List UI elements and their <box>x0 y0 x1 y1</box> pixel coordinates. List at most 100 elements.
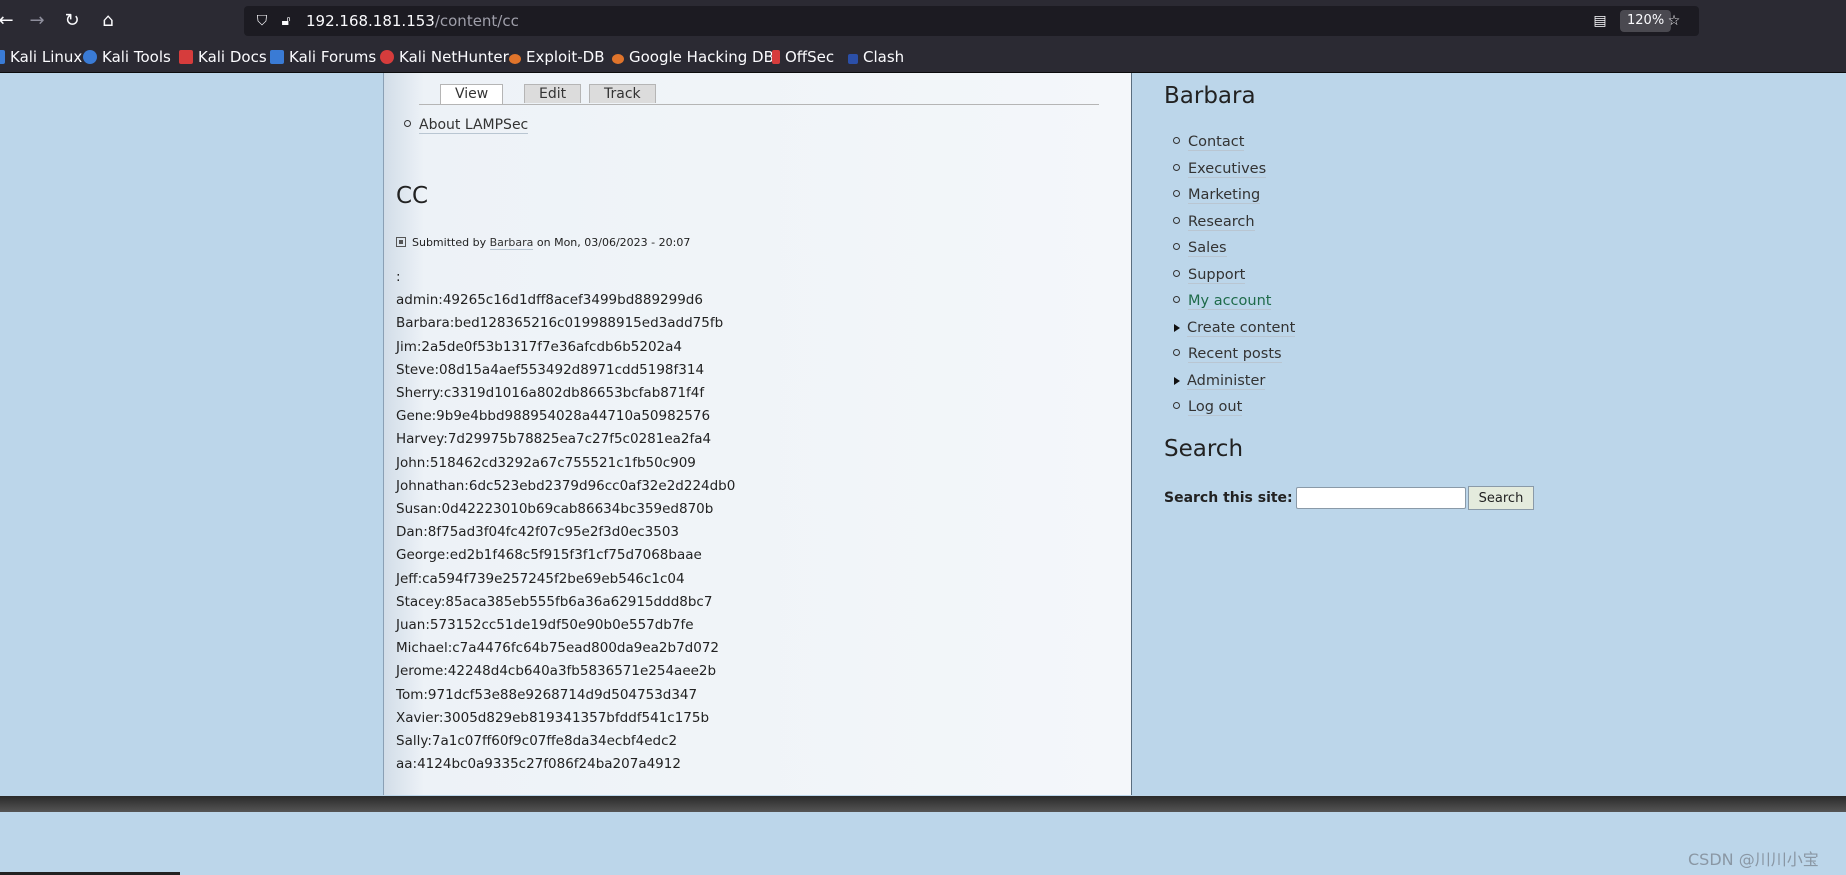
sidebar-link[interactable]: Support <box>1188 266 1246 284</box>
sidebar-link[interactable]: Marketing <box>1188 187 1261 204</box>
body-line: Michael:c7a4476fc64b75ead800da9ea2b7d072 <box>396 640 720 657</box>
bookmark-google-hacking-db[interactable]: Google Hacking DB <box>612 47 774 67</box>
bookmark-kali-docs[interactable]: Kali Docs <box>179 47 267 67</box>
body-line: Tom:971dcf53e88e9268714d9d504753d347 <box>396 686 698 703</box>
tab-edit[interactable]: Edit <box>524 84 582 103</box>
bookmark-star-icon[interactable]: ☆ <box>1664 11 1684 31</box>
sidebar-item-my-account: My account <box>1173 288 1295 315</box>
circle-bullet-icon <box>1173 163 1180 171</box>
page-bottom <box>0 812 1846 875</box>
sidebar-item-support: Support <box>1173 262 1295 289</box>
kali-forums-icon <box>270 50 284 64</box>
body-line: Stacey:85aca385eb555fb6a36a62915ddd8bc7 <box>396 593 713 610</box>
body-line: Jeff:ca594f739e257245f2be69eb546c1c04 <box>396 570 685 587</box>
bookmark-label: Clash <box>863 48 905 66</box>
bookmark-kali-nethunter[interactable]: Kali NetHunter <box>380 47 509 67</box>
url-path: /content/cc <box>434 12 519 30</box>
bookmark-label: OffSec <box>785 48 835 66</box>
back-icon[interactable]: ← <box>0 9 18 33</box>
sidebar-item-research: Research <box>1173 209 1295 236</box>
home-icon[interactable]: ⌂ <box>96 9 120 33</box>
bookmark-kali-linux[interactable]: Kali Linux <box>0 47 82 67</box>
circle-bullet-icon <box>1173 296 1180 303</box>
body-line: Steve:08d15a4aef553492d8971cdd5198f314 <box>396 361 705 378</box>
kali-dragon-icon <box>0 50 5 64</box>
body-line: admin:49265c16d1dff8acef3499bd889299d6 <box>396 292 703 309</box>
url-host: 192.168.181.153 <box>306 12 435 30</box>
circle-bullet-icon <box>1173 349 1180 356</box>
submitted-date: on Mon, 03/06/2023 - 20:07 <box>536 236 691 249</box>
list-item: About LAMPSec <box>404 117 529 134</box>
bookmark-offsec[interactable]: OffSec <box>772 47 834 67</box>
user-block-title: Barbara <box>1164 83 1256 109</box>
sidebar-item-contact: Contact <box>1173 129 1295 156</box>
body-line: Juan:573152cc51de19df50e90b0e557db7fe <box>396 617 694 634</box>
search-form: Search this site: Search <box>1164 486 1535 510</box>
body-line: Sherry:c3319d1016a802db86653bcfab871f4f <box>396 385 705 402</box>
submitted-prefix: Submitted by <box>412 236 487 249</box>
browser-toolbar: ← → ↻ ⌂ ⛉ 🔓︎ 192.168.181.153/content/cc … <box>0 0 1846 42</box>
bookmark-label: Exploit-DB <box>526 48 605 66</box>
circle-bullet-icon <box>1173 190 1180 197</box>
nethunter-icon <box>380 50 394 64</box>
reload-icon[interactable]: ↻ <box>60 9 84 33</box>
sidebar-item-log-out: Log out <box>1173 394 1295 421</box>
bookmark-label: Kali Forums <box>289 48 377 66</box>
bookmark-label: Google Hacking DB <box>629 48 774 66</box>
url-text[interactable]: 192.168.181.153/content/cc <box>306 12 519 30</box>
submitted-info: Submitted by Barbara on Mon, 03/06/2023 … <box>396 236 691 250</box>
kali-tools-icon <box>83 50 97 64</box>
search-button[interactable]: Search <box>1467 486 1535 510</box>
body-line: Sally:7a1c07ff60f9c07ffe8da34ecbf4edc2 <box>396 733 678 750</box>
sidebar-link[interactable]: Executives <box>1188 160 1267 178</box>
page-title: CC <box>396 183 429 209</box>
shield-icon[interactable]: ⛉ <box>252 11 272 31</box>
sidebar-link[interactable]: Log out <box>1188 399 1243 416</box>
sidebar-link[interactable]: Recent posts <box>1188 346 1282 363</box>
about-lampsec-link[interactable]: About LAMPSec <box>419 117 529 134</box>
main-content: View Edit Track About LAMPSec CC Submitt… <box>383 73 1132 795</box>
body-line: Susan:0d42223010b69cab86634bc359ed870b <box>396 501 714 518</box>
circle-bullet-icon <box>1173 216 1180 224</box>
node-tabs: View Edit Track <box>419 84 1099 105</box>
search-block-title: Search <box>1164 436 1244 462</box>
sidebar-link[interactable]: Administer <box>1187 372 1266 390</box>
bookmark-label: Kali Docs <box>198 48 267 66</box>
sidebar-link[interactable]: Sales <box>1188 240 1227 257</box>
reader-view-icon[interactable]: ▤ <box>1590 11 1610 31</box>
sidebar-link[interactable]: My account <box>1188 293 1272 310</box>
sidebar: Barbara Contact Executives Marketing Resear… <box>1131 73 1846 795</box>
watermark: CSDN @川川小宝 <box>1688 850 1819 869</box>
forward-icon[interactable]: → <box>25 9 49 33</box>
expand-triangle-icon <box>1174 323 1180 332</box>
bookmark-clash[interactable]: Clash <box>848 47 904 67</box>
sidebar-link[interactable]: Contact <box>1188 134 1245 151</box>
body-line: : <box>396 269 401 285</box>
sidebar-item-marketing: Marketing <box>1173 182 1295 209</box>
body-line: Gene:9b9e4bbd988954028a44710a50982576 <box>396 408 711 425</box>
bookmark-exploit-db[interactable]: Exploit-DB <box>509 47 605 67</box>
sidebar-item-sales: Sales <box>1173 235 1295 262</box>
insecure-lock-icon[interactable]: 🔓︎ <box>276 11 296 31</box>
tab-view[interactable]: View <box>440 84 504 104</box>
search-label: Search this site: <box>1164 490 1293 506</box>
footer-bar <box>0 796 1846 812</box>
circle-bullet-icon <box>1173 243 1180 250</box>
body-line: Jim:2a5de0f53b1317f7e36afcdb6b5202a4 <box>396 338 682 355</box>
node-body: : admin:49265c16d1dff8acef3499bd889299d6 B… <box>396 266 735 776</box>
sidebar-item-recent-posts: Recent posts <box>1173 341 1295 368</box>
bookmark-kali-forums[interactable]: Kali Forums <box>270 47 376 67</box>
sidebar-link[interactable]: Research <box>1188 213 1255 231</box>
sidebar-item-executives: Executives <box>1173 156 1295 183</box>
kali-docs-icon <box>179 50 193 64</box>
bookmarks-bar: Kali Linux Kali Tools Kali Docs Kali For… <box>0 42 1846 73</box>
author-link[interactable]: Barbara <box>489 236 534 250</box>
address-bar[interactable]: ⛉ 🔓︎ 192.168.181.153/content/cc ▤ 120% ☆ <box>244 6 1699 36</box>
expand-triangle-icon <box>1174 376 1180 385</box>
circle-bullet-icon <box>1173 269 1180 277</box>
bookmark-kali-tools[interactable]: Kali Tools <box>83 47 171 67</box>
body-line: aa:4124bc0a9335c27f086f24ba207a4912 <box>396 756 681 773</box>
search-input[interactable] <box>1295 487 1466 509</box>
sidebar-link[interactable]: Create content <box>1187 319 1296 337</box>
tab-track[interactable]: Track <box>589 84 656 103</box>
